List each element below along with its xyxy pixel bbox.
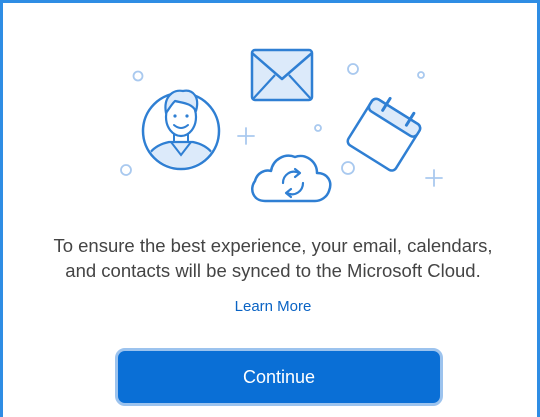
person-avatar-icon [141,89,221,171]
sync-message-line-1: To ensure the best experience, your emai… [53,235,493,256]
sync-dialog: To ensure the best experience, your emai… [0,0,540,417]
sync-message-line-2: and contacts will be synced to the Micro… [65,260,481,281]
calendar-icon [346,96,422,172]
sync-illustration [120,48,443,203]
continue-button[interactable]: Continue [115,348,443,406]
cloud-sync-icon [251,154,332,203]
envelope-icon [250,48,314,102]
learn-more-link[interactable]: Learn More [173,296,373,318]
sync-message: To ensure the best experience, your emai… [13,233,533,283]
